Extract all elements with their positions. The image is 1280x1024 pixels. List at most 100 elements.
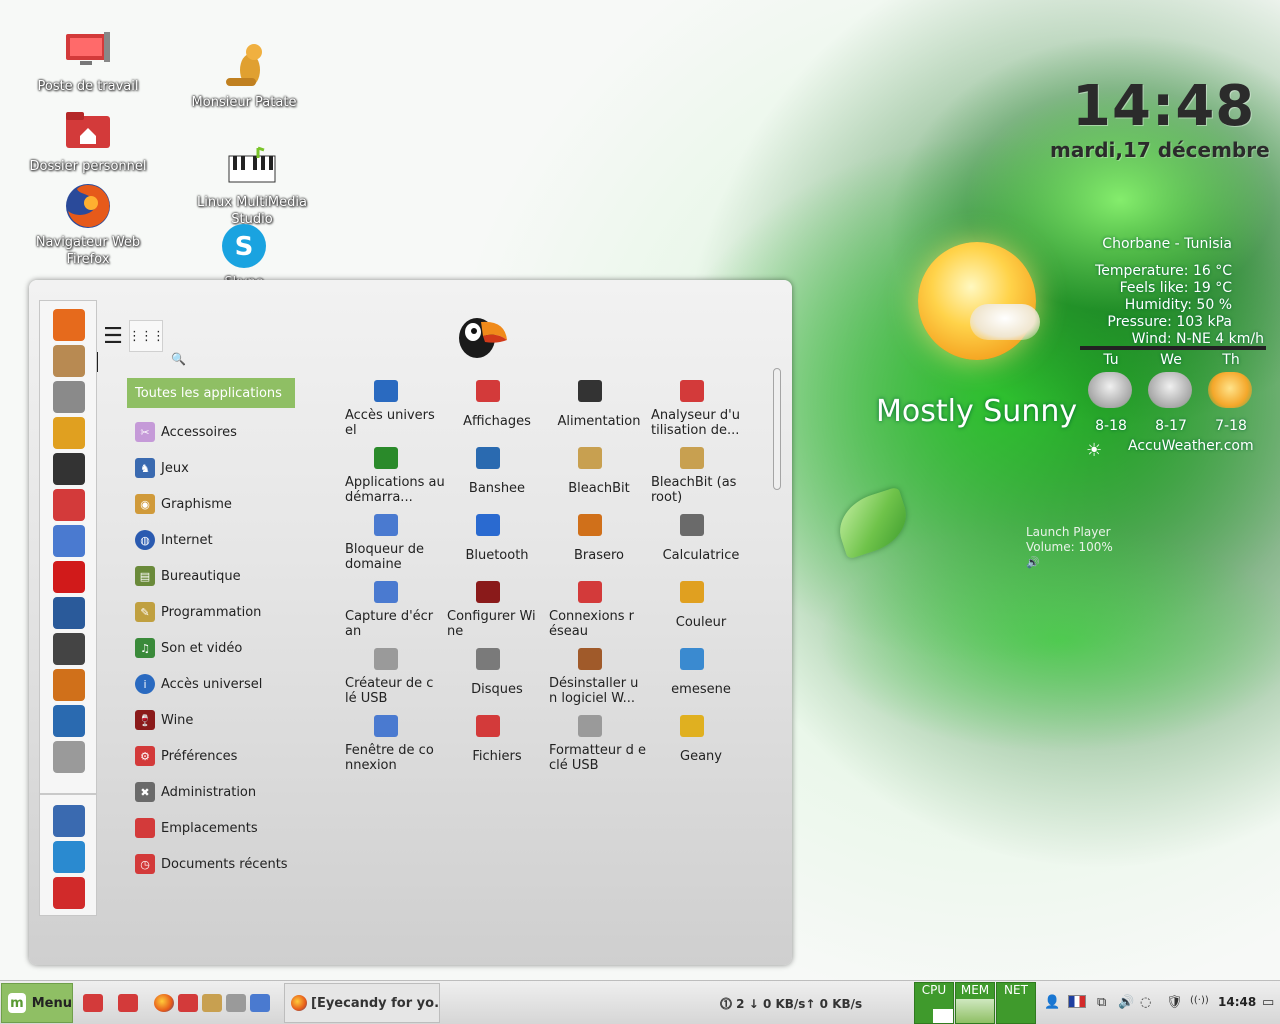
application-grid: Accès univers el Affichages Alimentation An… — [339, 380, 759, 800]
computer-icon — [64, 26, 112, 74]
forecast-temps: 7-18 — [1215, 418, 1247, 434]
wifi-icon[interactable]: ((·)) — [1190, 995, 1209, 1006]
category-bureautique[interactable]: ▤ Bureautique — [127, 558, 295, 594]
app-launcher[interactable]: BleachBit — [549, 447, 651, 514]
app-launcher[interactable]: Fichiers — [447, 715, 549, 782]
category-acces-universel[interactable]: i Accès universel — [127, 666, 295, 702]
desktop-icon-monsieur-patate[interactable]: Monsieur Patate — [179, 42, 309, 111]
category-emplacements[interactable]: Emplacements — [127, 810, 295, 846]
forecast-day: We — [1160, 352, 1182, 368]
list-view-button[interactable]: ☰ — [96, 320, 130, 352]
desktop-icon-computer[interactable]: Poste de travail — [23, 26, 153, 95]
category-jeux[interactable]: ♞ Jeux — [127, 450, 295, 486]
favorite-settings-tools-icon[interactable] — [53, 381, 85, 413]
grid-view-button[interactable]: ⋮⋮⋮ — [128, 320, 165, 352]
show-desktop-icon[interactable]: ▭ — [1262, 995, 1274, 1010]
app-launcher[interactable]: Couleur — [651, 581, 753, 648]
favorite-lmms-icon[interactable] — [53, 633, 85, 665]
app-launcher[interactable]: Désinstaller u n logiciel W... — [549, 648, 651, 715]
app-launcher[interactable]: Analyseur d'u tilisation de... — [651, 380, 753, 447]
games-icon: ♞ — [135, 458, 155, 478]
update-manager-icon[interactable]: ◌ — [1140, 995, 1151, 1010]
window-title: [Eyecandy for yo... — [311, 995, 440, 1011]
app-launcher[interactable]: Disques — [447, 648, 549, 715]
weather-sun-icon — [918, 242, 1040, 360]
app-icon — [680, 715, 704, 737]
launcher-files-icon[interactable] — [178, 994, 198, 1012]
app-icon — [476, 648, 500, 670]
app-label: Couleur — [675, 615, 727, 630]
launcher-keyboard-icon[interactable] — [226, 994, 246, 1012]
app-launcher[interactable]: Fenêtre de co nnexion — [345, 715, 447, 782]
menu-button[interactable]: m Menu — [1, 983, 73, 1023]
category-graphisme[interactable]: ◉ Graphisme — [127, 486, 295, 522]
favorite-document-icon[interactable] — [53, 597, 85, 629]
desktop-icon-firefox[interactable]: Navigateur Web Firefox — [23, 182, 153, 268]
favorite-chromium-icon[interactable] — [53, 525, 85, 557]
launcher-home-folder-icon[interactable] — [118, 994, 138, 1012]
category-son-et-video[interactable]: ♫ Son et vidéo — [127, 630, 295, 666]
category-accessoires[interactable]: ✂ Accessoires — [127, 414, 295, 450]
category-preferences[interactable]: ⚙ Préférences — [127, 738, 295, 774]
memory-monitor[interactable]: MEM — [955, 982, 995, 1024]
favorite-firefox-icon[interactable] — [53, 309, 85, 341]
app-launcher[interactable]: BleachBit (as root) — [651, 447, 753, 514]
category-administration[interactable]: ✖ Administration — [127, 774, 295, 810]
keyboard-layout-flag-icon[interactable] — [1068, 995, 1086, 1008]
category-label: Internet — [161, 532, 213, 548]
app-launcher[interactable]: Connexions r éseau — [549, 581, 651, 648]
app-launcher[interactable]: Applications au démarra... — [345, 447, 447, 514]
app-launcher[interactable]: Calculatrice — [651, 514, 753, 581]
volume-icon[interactable]: 🔊 — [1118, 995, 1134, 1010]
user-icon[interactable]: 👤 — [1044, 995, 1060, 1010]
app-grid-scrollbar[interactable] — [773, 368, 781, 490]
recent-documents-icon: ◷ — [135, 854, 155, 874]
category-all-applications[interactable]: Toutes les applications — [127, 378, 295, 408]
desktop-icon-lmms[interactable]: Linux MultiMedia Studio — [187, 142, 317, 228]
favorite-xfce-tools-icon[interactable] — [53, 417, 85, 449]
favorite-brasero-icon[interactable] — [53, 669, 85, 701]
category-label: Accessoires — [161, 424, 237, 440]
favorite-opera-icon[interactable] — [53, 561, 85, 593]
favorite-terminal-icon[interactable] — [53, 453, 85, 485]
app-launcher[interactable]: Brasero — [549, 514, 651, 581]
app-launcher[interactable]: Accès univers el — [345, 380, 447, 447]
app-launcher[interactable]: Configurer Wi ne — [447, 581, 549, 648]
app-launcher[interactable]: Affichages — [447, 380, 549, 447]
app-launcher[interactable]: emesene — [651, 648, 753, 715]
desktop-icon-home-folder[interactable]: Dossier personnel — [23, 106, 153, 175]
favorite-banshee-icon[interactable] — [53, 705, 85, 737]
app-launcher[interactable]: Bloqueur de domaine — [345, 514, 447, 581]
app-launcher[interactable]: Créateur de c lé USB — [345, 648, 447, 715]
shutdown-button[interactable] — [53, 877, 85, 909]
cpu-monitor[interactable]: CPU — [914, 982, 954, 1024]
lock-screen-button[interactable] — [53, 805, 85, 837]
app-icon — [680, 581, 704, 603]
app-launcher[interactable]: Alimentation — [549, 380, 651, 447]
category-label: Bureautique — [161, 568, 241, 584]
category-internet[interactable]: ◍ Internet — [127, 522, 295, 558]
weather-condition: Mostly Sunny — [876, 394, 1078, 429]
favorite-keyboard-icon[interactable] — [53, 741, 85, 773]
launcher-screenshot-icon[interactable] — [250, 994, 270, 1012]
logout-button[interactable] — [53, 841, 85, 873]
taskbar-window-button[interactable]: [Eyecandy for yo... — [284, 983, 440, 1023]
app-launcher[interactable]: Bluetooth — [447, 514, 549, 581]
app-launcher[interactable]: Capture d'écr an — [345, 581, 447, 648]
app-launcher[interactable]: Formatteur d e clé USB — [549, 715, 651, 782]
app-launcher[interactable]: Geany — [651, 715, 753, 782]
launcher-firefox-icon[interactable] — [154, 994, 174, 1012]
favorite-folder-icon[interactable] — [53, 489, 85, 521]
app-launcher[interactable]: Banshee — [447, 447, 549, 514]
network-icon[interactable]: ⧉ — [1097, 995, 1106, 1010]
category-wine[interactable]: 🍷 Wine — [127, 702, 295, 738]
taskbar-clock[interactable]: 14:48 — [1218, 995, 1256, 1009]
launcher-bleachbit-icon[interactable] — [202, 994, 222, 1012]
music-player-widget[interactable]: Launch Player Volume: 100% 🔊 — [1026, 525, 1113, 570]
shield-icon[interactable]: 🛡 — [1166, 995, 1183, 1010]
favorite-package-icon[interactable] — [53, 345, 85, 377]
category-programmation[interactable]: ✎ Programmation — [127, 594, 295, 630]
category-documents-recents[interactable]: ◷ Documents récents — [127, 846, 295, 882]
network-monitor[interactable]: NET — [996, 982, 1036, 1024]
launcher-folder-icon[interactable] — [83, 994, 103, 1012]
